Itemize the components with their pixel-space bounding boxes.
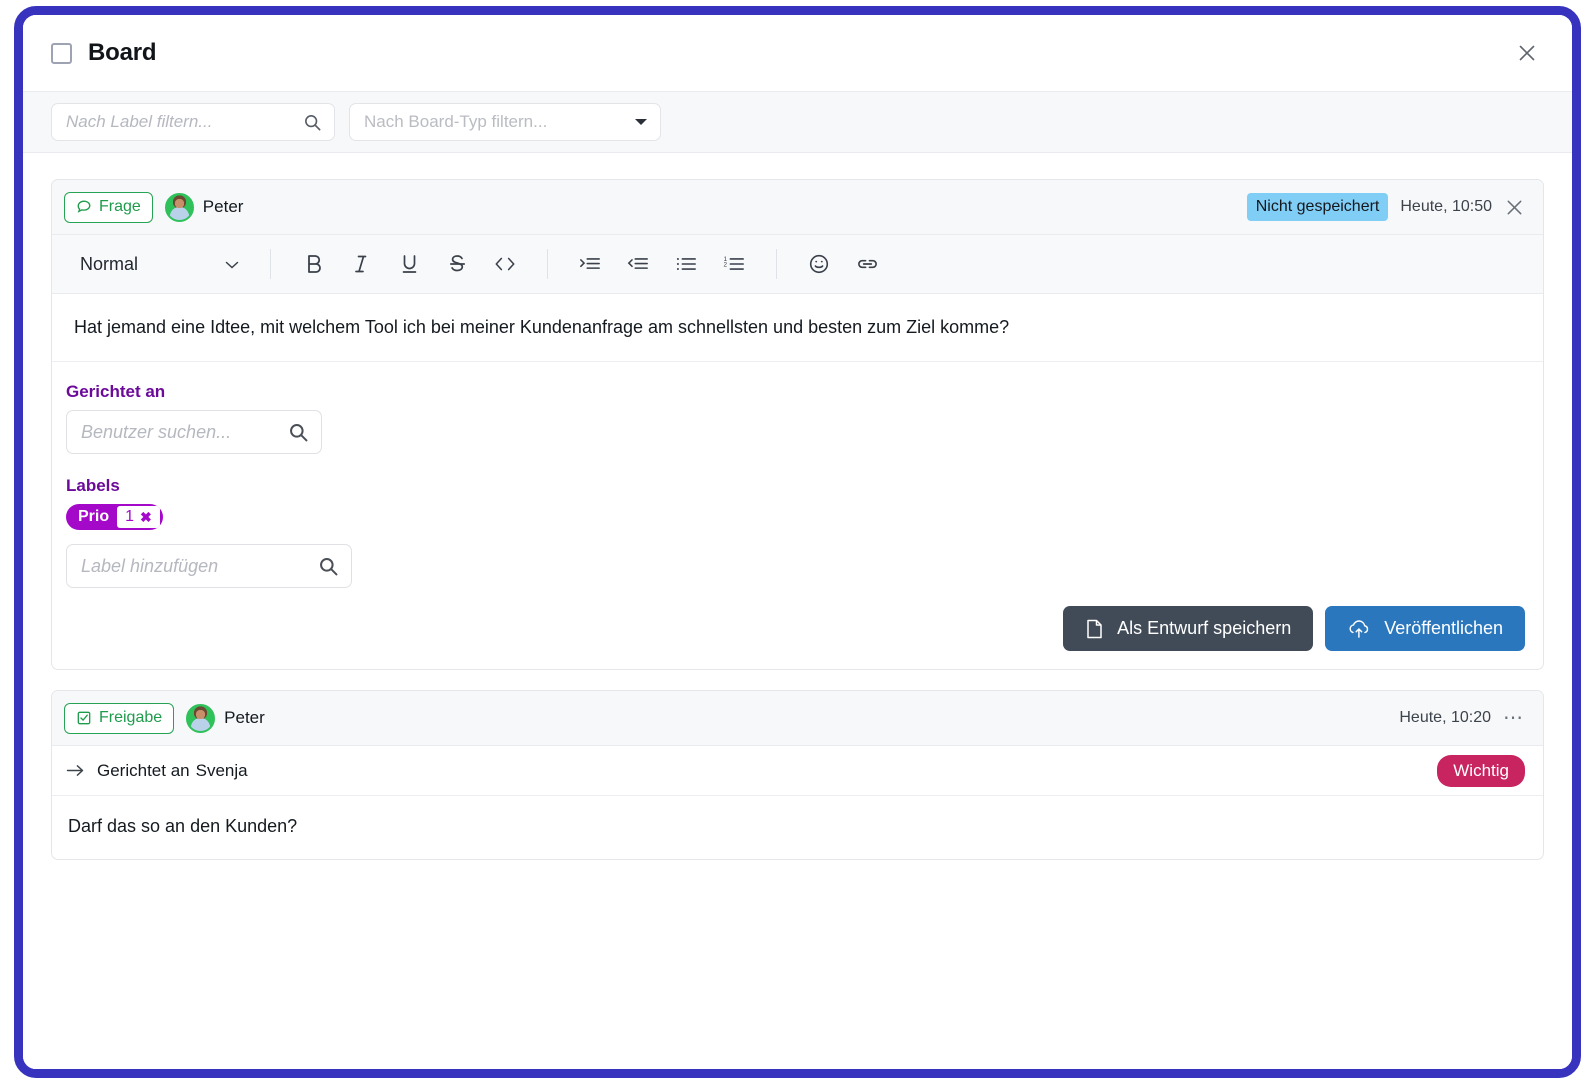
- link-button[interactable]: [846, 245, 888, 283]
- cloud-upload-icon: [1347, 619, 1371, 639]
- card-body-text: Darf das so an den Kunden?: [68, 816, 298, 836]
- add-label-placeholder: Label hinzufügen: [81, 555, 219, 576]
- search-icon: [288, 422, 309, 443]
- toolbar-divider: [547, 249, 548, 279]
- italic-button[interactable]: [340, 245, 382, 283]
- label-chip-prio[interactable]: Prio 1 ✖: [66, 504, 163, 530]
- compose-actions: Als Entwurf speichern Veröffentlichen: [66, 606, 1529, 651]
- user-search-placeholder: Benutzer suchen...: [81, 421, 232, 442]
- avatar: [186, 703, 216, 733]
- app-window-frame: Board Nach Label filtern... Nach Board-T…: [14, 6, 1581, 1078]
- card-recipient-row: Gerichtet an Svenja Wichtig: [52, 746, 1543, 796]
- save-draft-label: Als Entwurf speichern: [1117, 618, 1292, 638]
- square-icon: [51, 42, 72, 64]
- board-card-compose: Frage Peter Nicht gespeichert Heute, 10:…: [51, 179, 1544, 670]
- form-gap: [66, 454, 1529, 460]
- publish-button[interactable]: Veröffentlichen: [1325, 606, 1525, 651]
- filter-toolbar: Nach Label filtern... Nach Board-Typ fil…: [23, 91, 1572, 153]
- strikethrough-button[interactable]: [436, 245, 478, 283]
- card-author: Peter: [186, 703, 265, 733]
- arrow-right-icon: [66, 763, 85, 778]
- indent-decrease-button[interactable]: [617, 245, 659, 283]
- card-author-name: Peter: [224, 708, 265, 727]
- card-type-badge-label: Frage: [99, 198, 141, 215]
- toolbar-divider: [776, 249, 777, 279]
- board-type-filter-placeholder: Nach Board-Typ filtern...: [364, 112, 548, 131]
- toolbar-divider: [270, 249, 271, 279]
- publish-label: Veröffentlichen: [1384, 618, 1503, 638]
- speech-bubble-icon: [76, 199, 92, 215]
- code-button[interactable]: [484, 245, 526, 283]
- text-style-select[interactable]: Normal: [66, 245, 252, 283]
- card-author: Peter: [164, 192, 244, 222]
- importance-badge: Wichtig: [1437, 754, 1525, 787]
- label-chip-name: Prio: [78, 508, 110, 525]
- add-label-input[interactable]: Label hinzufügen: [66, 544, 352, 588]
- page-title: Board: [88, 39, 157, 66]
- chevron-down-icon: [224, 259, 240, 270]
- text-style-value: Normal: [80, 253, 139, 274]
- board-content-area: Frage Peter Nicht gespeichert Heute, 10:…: [23, 153, 1572, 1069]
- avatar: [164, 192, 194, 222]
- emoji-button[interactable]: [798, 245, 840, 283]
- card-type-badge-freigabe[interactable]: Freigabe: [64, 702, 175, 734]
- card-type-badge-label: Freigabe: [99, 709, 163, 726]
- compose-form: Gerichtet an Benutzer suchen... Labels P…: [52, 362, 1543, 669]
- more-horizontal-icon[interactable]: ⋯: [1503, 708, 1525, 728]
- bullet-list-button[interactable]: [665, 245, 707, 283]
- close-icon[interactable]: [1512, 38, 1542, 68]
- underline-button[interactable]: [388, 245, 430, 283]
- board-window: Board Nach Label filtern... Nach Board-T…: [23, 15, 1572, 1069]
- svg-text:2: 2: [724, 262, 728, 269]
- card-header: Freigabe Peter Heute, 10:20 ⋯: [52, 691, 1543, 746]
- close-icon[interactable]: ✖: [140, 510, 152, 524]
- window-titlebar: Board: [23, 15, 1572, 91]
- card-type-badge-frage[interactable]: Frage: [64, 191, 153, 223]
- search-icon: [303, 113, 322, 132]
- label-chip-value: 1: [125, 508, 135, 525]
- numbered-list-button[interactable]: 1 2: [713, 245, 755, 283]
- label-chip-value-group: 1 ✖: [117, 506, 160, 528]
- recipient-prefix-label: Gerichtet an: [97, 760, 190, 780]
- titlebar-left-group: Board: [51, 39, 157, 67]
- label-filter-input[interactable]: Nach Label filtern...: [51, 103, 335, 141]
- approval-checkbox-icon: [76, 710, 92, 726]
- document-icon: [1085, 618, 1104, 640]
- card-timestamp: Heute, 10:20: [1399, 709, 1491, 726]
- message-editor-input[interactable]: Hat jemand eine Idtee, mit welchem Tool …: [52, 294, 1543, 362]
- recipient-name: Svenja: [195, 760, 248, 780]
- labels-section-label: Labels: [66, 476, 120, 495]
- bold-button[interactable]: [292, 245, 334, 283]
- card-header: Frage Peter Nicht gespeichert Heute, 10:…: [52, 180, 1543, 235]
- user-search-input[interactable]: Benutzer suchen...: [66, 410, 322, 454]
- board-type-filter-select[interactable]: Nach Board-Typ filtern...: [349, 103, 661, 141]
- indent-increase-button[interactable]: [569, 245, 611, 283]
- label-filter-placeholder: Nach Label filtern...: [66, 112, 213, 131]
- search-icon: [318, 556, 339, 577]
- status-badge: Nicht gespeichert: [1246, 193, 1389, 221]
- card-timestamp: Heute, 10:50: [1400, 198, 1492, 215]
- chevron-down-icon: [634, 117, 648, 127]
- close-icon[interactable]: [1504, 197, 1525, 218]
- recipients-section-label: Gerichtet an: [66, 382, 166, 401]
- save-draft-button[interactable]: Als Entwurf speichern: [1063, 606, 1314, 651]
- editor-toolbar: Normal 1 2: [52, 235, 1543, 294]
- board-card-freigabe: Freigabe Peter Heute, 10:20 ⋯ Gerichtet …: [51, 690, 1544, 860]
- labels-chip-row: Prio 1 ✖: [66, 504, 1529, 530]
- card-author-name: Peter: [202, 197, 244, 216]
